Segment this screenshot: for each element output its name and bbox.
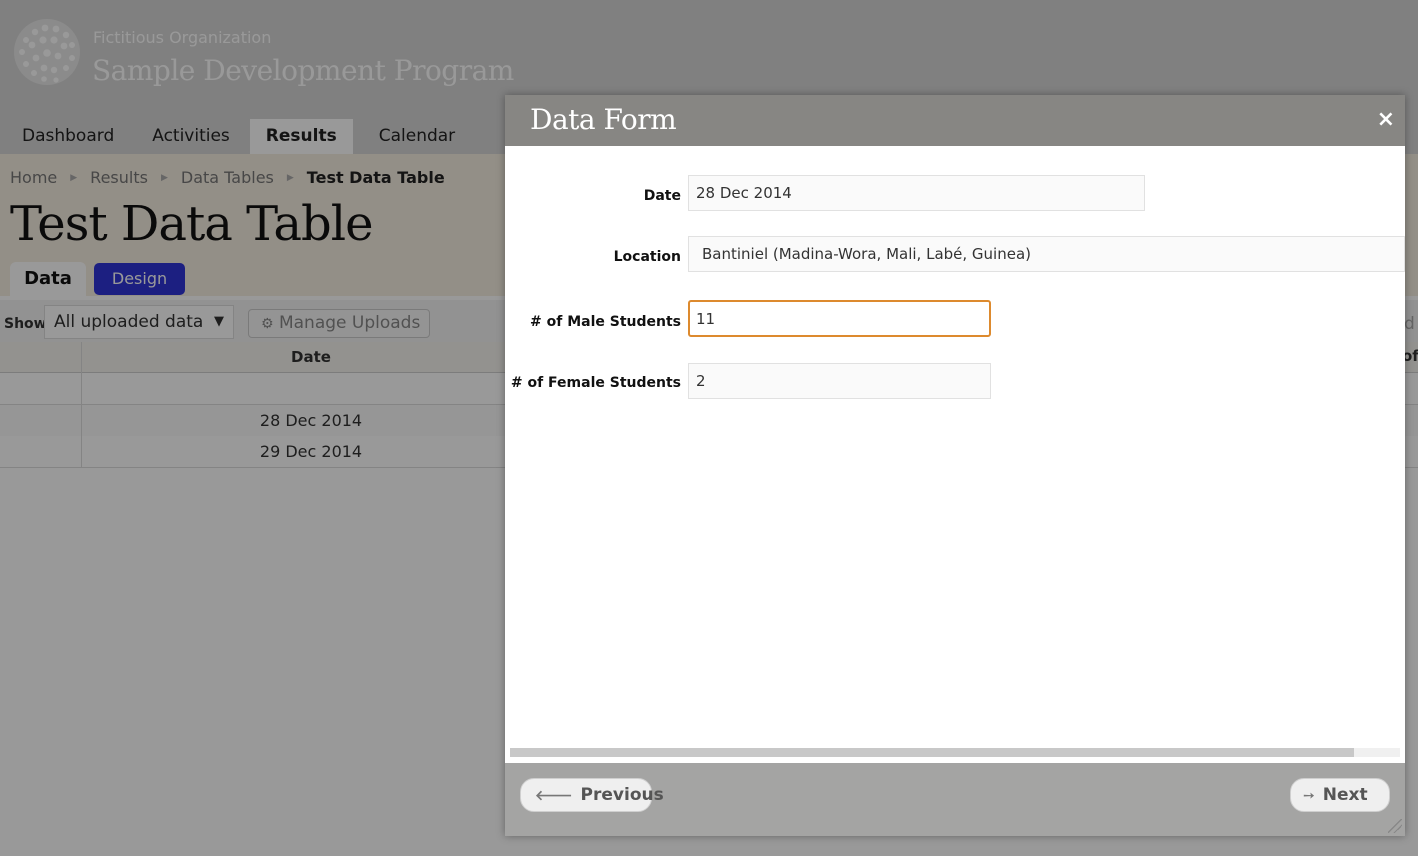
- dialog-titlebar[interactable]: Data Form ×: [505, 95, 1405, 146]
- previous-label: Previous: [580, 785, 664, 805]
- date-label: Date: [643, 188, 681, 204]
- previous-button[interactable]: 🡐 Previous: [520, 778, 664, 812]
- dialog-title: Data Form: [530, 103, 677, 136]
- arrow-right-icon: ➙: [1303, 788, 1315, 804]
- close-icon[interactable]: ×: [1377, 107, 1395, 132]
- data-form-dialog: Data Form × Date Location # of Male Stud…: [505, 95, 1405, 836]
- scrollbar-thumb[interactable]: [510, 748, 1354, 757]
- date-field[interactable]: [688, 175, 1145, 211]
- dialog-footer: 🡐 Previous ➙ Next: [505, 763, 1405, 836]
- horizontal-scrollbar[interactable]: [510, 748, 1400, 757]
- location-field[interactable]: [688, 236, 1405, 272]
- next-button[interactable]: ➙ Next: [1290, 778, 1390, 812]
- location-label: Location: [613, 249, 681, 265]
- next-label: Next: [1322, 785, 1368, 805]
- male-students-field[interactable]: [688, 300, 991, 337]
- female-students-label: # of Female Students: [510, 375, 681, 391]
- resize-handle-icon[interactable]: [1388, 819, 1402, 833]
- arrow-left-icon: 🡐: [535, 788, 573, 804]
- female-students-field[interactable]: [688, 363, 991, 399]
- male-students-label: # of Male Students: [530, 314, 681, 330]
